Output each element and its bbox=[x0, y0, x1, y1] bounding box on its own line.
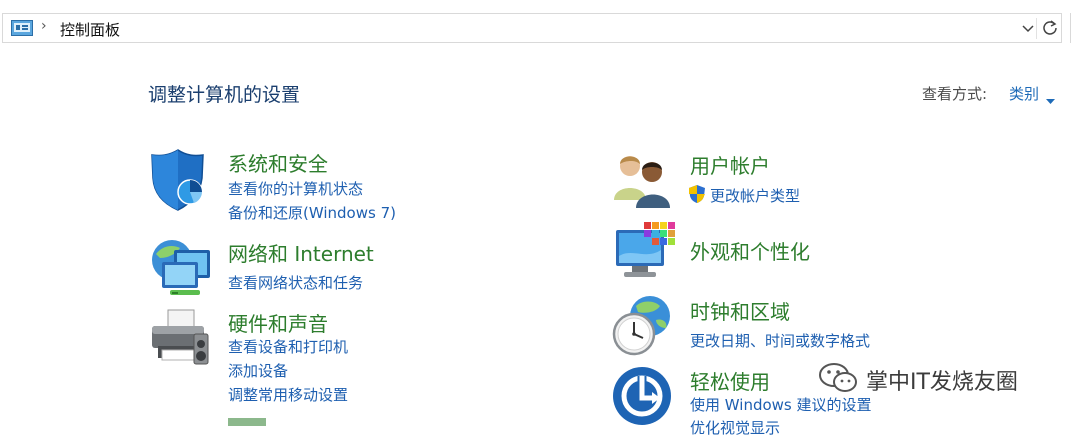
category-title[interactable]: 轻松使用 bbox=[690, 366, 770, 395]
address-bar[interactable]: › 控制面板 bbox=[2, 13, 1062, 43]
users-icon bbox=[612, 150, 674, 214]
category-link[interactable]: 备份和还原(Windows 7) bbox=[228, 202, 396, 223]
category-link[interactable]: 查看网络状态和任务 bbox=[228, 272, 363, 293]
cutoff-title-fragment bbox=[228, 418, 266, 426]
caret-down-icon[interactable] bbox=[1046, 90, 1055, 109]
category-link[interactable]: 更改帐户类型 bbox=[710, 185, 800, 206]
watermark-text: 掌中IT发烧友圈 bbox=[866, 370, 1018, 395]
address-divider bbox=[1036, 18, 1037, 39]
category-link[interactable]: 查看设备和打印机 bbox=[228, 336, 348, 357]
view-by-dropdown[interactable]: 类别 bbox=[1009, 83, 1039, 104]
uac-shield-icon bbox=[688, 184, 706, 208]
category-link[interactable]: 添加设备 bbox=[228, 360, 288, 381]
refresh-icon[interactable] bbox=[1041, 19, 1059, 41]
shield-icon bbox=[150, 148, 212, 216]
ease-of-access-icon bbox=[612, 366, 672, 430]
breadcrumb-control-panel[interactable]: 控制面板 bbox=[60, 19, 120, 40]
page-title: 调整计算机的设置 bbox=[148, 84, 301, 106]
category-link[interactable]: 优化视觉显示 bbox=[690, 417, 780, 438]
category-link[interactable]: 调整常用移动设置 bbox=[228, 384, 348, 405]
wechat-icon bbox=[818, 362, 860, 398]
category-link[interactable]: 更改日期、时间或数字格式 bbox=[690, 330, 870, 351]
category-title[interactable]: 外观和个性化 bbox=[690, 236, 810, 265]
category-title[interactable]: 系统和安全 bbox=[228, 148, 328, 177]
printer-icon bbox=[150, 306, 214, 374]
breadcrumb-separator: › bbox=[41, 18, 47, 34]
category-title[interactable]: 硬件和声音 bbox=[228, 308, 328, 337]
control-panel-icon bbox=[11, 20, 33, 40]
search-box-edge[interactable] bbox=[1070, 13, 1078, 43]
category-title[interactable]: 网络和 Internet bbox=[228, 238, 374, 267]
clock-globe-icon bbox=[612, 294, 676, 362]
category-title[interactable]: 用户帐户 bbox=[690, 150, 770, 179]
monitor-palette-icon bbox=[612, 220, 676, 288]
category-link[interactable]: 查看你的计算机状态 bbox=[228, 178, 363, 199]
network-icon bbox=[150, 236, 214, 304]
chevron-down-icon[interactable] bbox=[1021, 20, 1035, 39]
view-by-label: 查看方式: bbox=[922, 85, 988, 103]
category-title[interactable]: 时钟和区域 bbox=[690, 296, 790, 325]
